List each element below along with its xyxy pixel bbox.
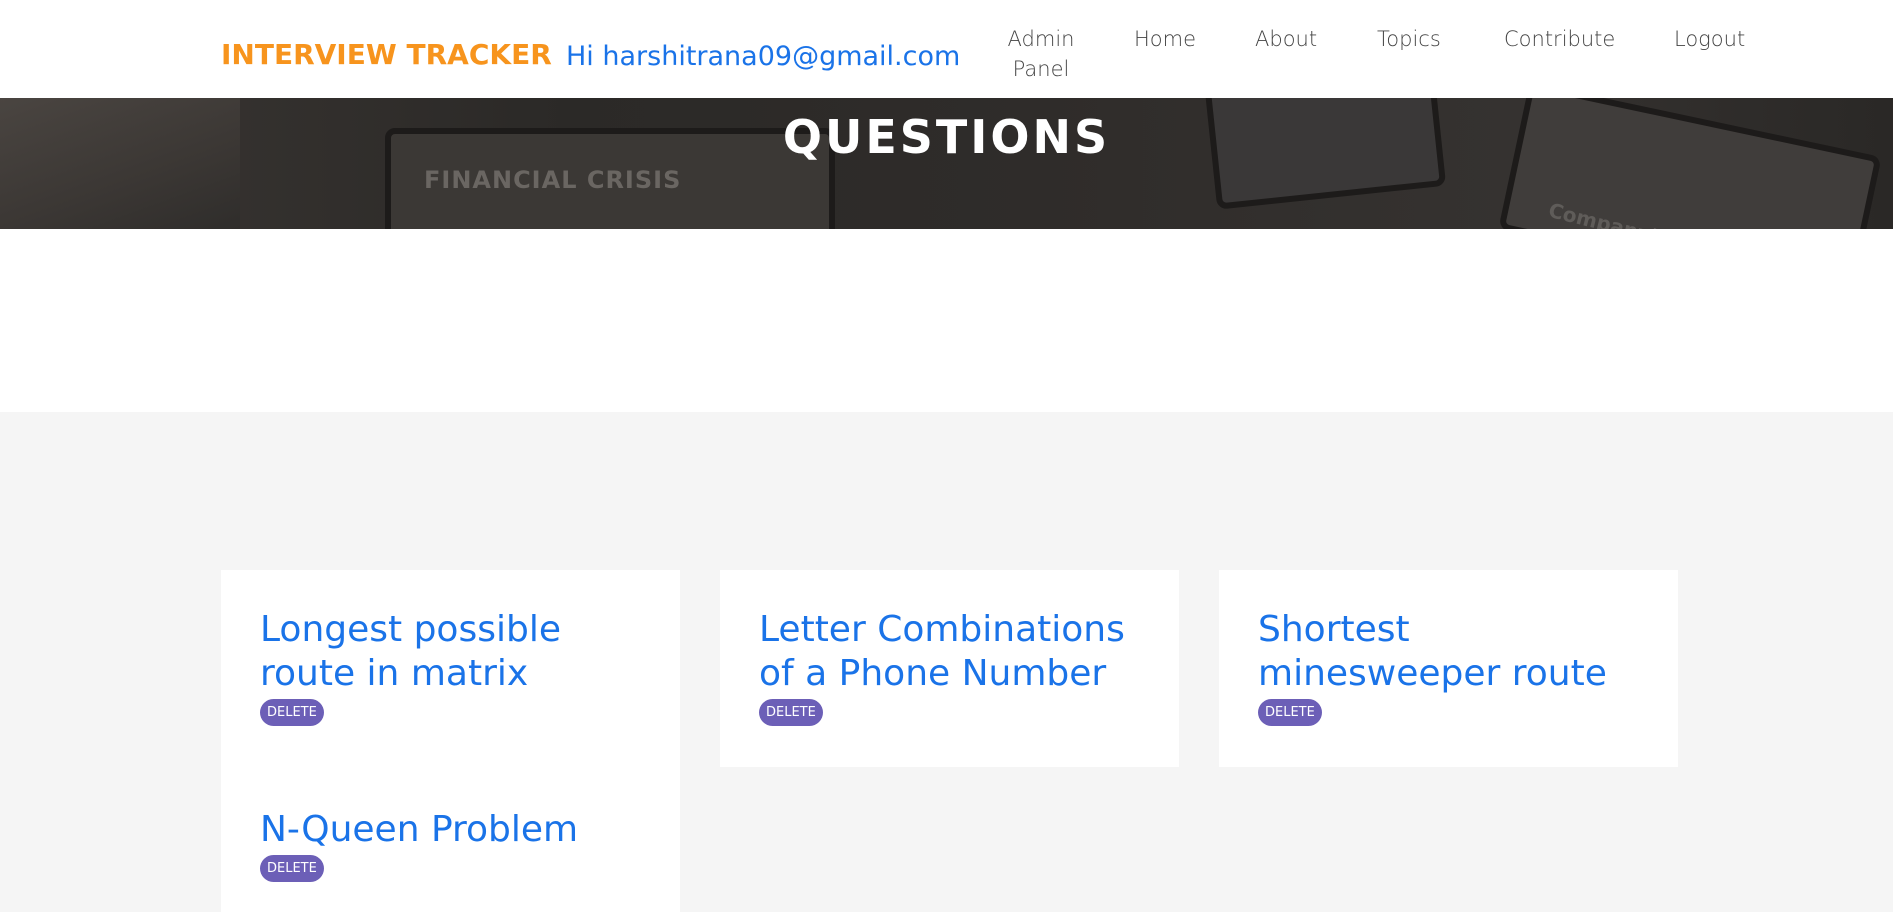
user-greeting: Hi harshitrana09@gmail.com <box>566 41 961 72</box>
nav-admin-panel[interactable]: Admin Panel <box>1000 24 1082 84</box>
nav-contribute[interactable]: Contribute <box>1504 24 1615 54</box>
delete-button[interactable]: DELETE <box>1258 699 1322 726</box>
nav-logout[interactable]: Logout <box>1674 24 1745 54</box>
nav-topics[interactable]: Topics <box>1377 24 1441 54</box>
brand-logo[interactable]: INTERVIEW TRACKER <box>221 38 552 71</box>
page-title: QUESTIONS <box>782 110 1111 164</box>
question-item: N-Queen Problem DELETE <box>260 808 578 882</box>
navbar: INTERVIEW TRACKER Hi harshitrana09@gmail… <box>0 0 1893 98</box>
delete-button[interactable]: DELETE <box>260 855 324 882</box>
hero-background-text: FINANCIAL CRISIS <box>424 166 682 194</box>
delete-button[interactable]: DELETE <box>260 699 324 726</box>
question-title-link[interactable]: N-Queen Problem <box>260 808 578 852</box>
question-title-link[interactable]: Longest possible route in matrix <box>260 608 641 696</box>
nav-about[interactable]: About <box>1255 24 1317 54</box>
question-title-link[interactable]: Shortest minesweeper route <box>1258 608 1639 696</box>
question-card: Longest possible route in matrix DELETE … <box>221 570 680 912</box>
delete-button[interactable]: DELETE <box>759 699 823 726</box>
question-title-link[interactable]: Letter Combinations of a Phone Number <box>759 608 1140 696</box>
nav-home[interactable]: Home <box>1134 24 1196 54</box>
question-card: Shortest minesweeper route DELETE <box>1219 570 1678 767</box>
question-card: Letter Combinations of a Phone Number DE… <box>720 570 1179 767</box>
